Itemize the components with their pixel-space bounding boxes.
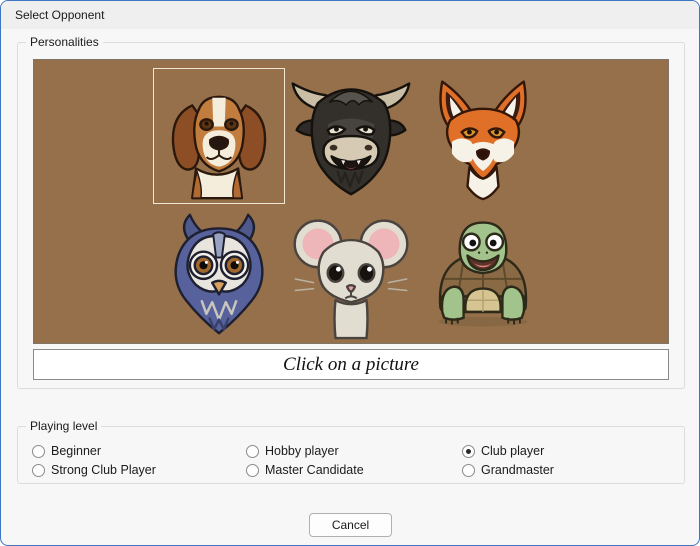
- radio-circle-icon: [462, 464, 475, 477]
- bull-image: [285, 68, 417, 204]
- radio-circle-icon: [246, 445, 259, 458]
- radio-master-candidate[interactable]: Master Candidate: [246, 462, 364, 478]
- hint-bar: Click on a picture: [33, 349, 669, 380]
- radio-circle-icon: [246, 464, 259, 477]
- radio-circle-icon: [32, 464, 45, 477]
- personality-beagle[interactable]: [153, 68, 285, 204]
- fox-image: [417, 68, 549, 204]
- playing-level-groupbox: Playing level Beginner Strong Club Playe…: [17, 426, 685, 484]
- radio-label: Club player: [481, 444, 544, 458]
- radio-hobby-player[interactable]: Hobby player: [246, 443, 339, 459]
- select-opponent-dialog: Select Opponent Personalities: [0, 0, 700, 546]
- owl-image: [153, 208, 285, 342]
- window-title: Select Opponent: [15, 1, 104, 29]
- title-bar: Select Opponent: [1, 1, 699, 29]
- radio-label: Beginner: [51, 444, 101, 458]
- cancel-button[interactable]: Cancel: [309, 513, 392, 537]
- personality-owl[interactable]: [153, 208, 285, 342]
- personality-mouse[interactable]: [285, 208, 417, 342]
- mouse-image: [285, 208, 417, 342]
- personality-fox[interactable]: [417, 68, 549, 204]
- playing-level-label: Playing level: [26, 419, 101, 434]
- personalities-panel: [33, 59, 669, 344]
- radio-grandmaster[interactable]: Grandmaster: [462, 462, 554, 478]
- radio-label: Grandmaster: [481, 463, 554, 477]
- radio-beginner[interactable]: Beginner: [32, 443, 101, 459]
- radio-circle-icon: [462, 445, 475, 458]
- personality-bull[interactable]: [285, 68, 417, 204]
- radio-label: Master Candidate: [265, 463, 364, 477]
- radio-strong-club-player[interactable]: Strong Club Player: [32, 462, 156, 478]
- turtle-image: [417, 208, 549, 342]
- personalities-groupbox: Personalities: [17, 42, 685, 389]
- radio-label: Strong Club Player: [51, 463, 156, 477]
- radio-club-player[interactable]: Club player: [462, 443, 544, 459]
- personalities-label: Personalities: [26, 35, 103, 50]
- radio-label: Hobby player: [265, 444, 339, 458]
- radio-circle-icon: [32, 445, 45, 458]
- beagle-image: [154, 69, 284, 203]
- personality-turtle[interactable]: [417, 208, 549, 342]
